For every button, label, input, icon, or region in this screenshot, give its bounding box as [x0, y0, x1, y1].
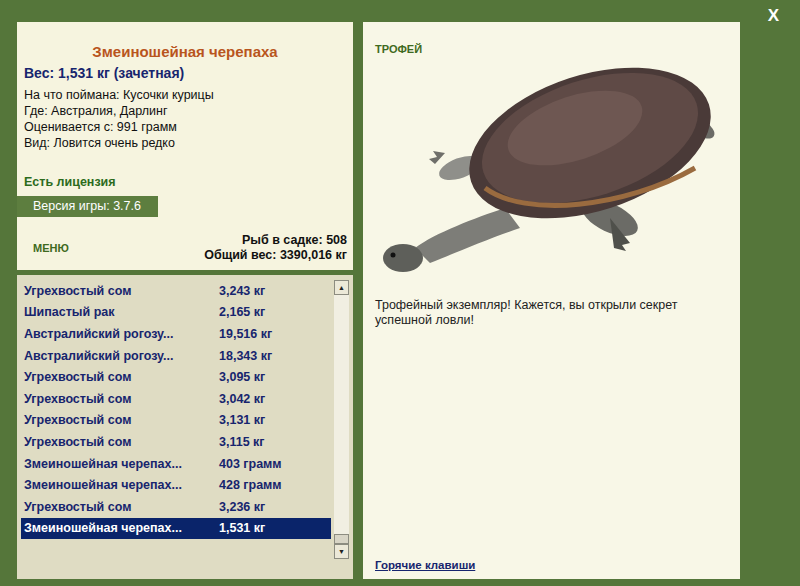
catch-list-panel: Угрехвостый сом3,243 кгШипастый рак2,165…: [17, 270, 353, 579]
detail-line: Где: Австралия, Дарлинг: [24, 103, 346, 119]
catch-row[interactable]: Угрехвостый сом3,115 кг: [21, 431, 331, 453]
close-button[interactable]: X: [768, 6, 779, 26]
catch-name: Угрехвостый сом: [24, 435, 219, 449]
catch-row[interactable]: Угрехвостый сом3,042 кг: [21, 388, 331, 410]
version-bar: Версия игры: 3.7.6: [17, 196, 158, 217]
catch-row[interactable]: Змеиношейная черепах...403 грамм: [21, 453, 331, 475]
turtle-image: [375, 58, 720, 280]
catch-name: Змеиношейная черепах...: [24, 457, 219, 471]
catch-name: Змеиношейная черепах...: [24, 521, 219, 535]
catch-list: Угрехвостый сом3,243 кгШипастый рак2,165…: [21, 280, 331, 579]
catch-row[interactable]: Угрехвостый сом3,236 кг: [21, 496, 331, 518]
trophy-window: Змеиношейная черепаха Вес: 1,531 кг (заче…: [17, 22, 800, 579]
catch-name: Австралийский рогозу...: [24, 327, 219, 341]
panel-spacer: [375, 328, 730, 559]
license-label: Есть лицензия: [17, 174, 353, 190]
catch-name: Угрехвостый сом: [24, 284, 219, 298]
catch-row[interactable]: Угрехвостый сом3,243 кг: [21, 280, 331, 302]
catch-row[interactable]: Австралийский рогозу...18,343 кг: [21, 345, 331, 367]
catch-weight: 3,115 кг: [219, 435, 265, 449]
catch-name: Шипастый рак: [24, 305, 219, 319]
scroll-down-button[interactable]: ▼: [334, 544, 349, 559]
catch-row[interactable]: Змеиношейная черепах...1,531 кг: [21, 518, 331, 540]
catch-weight: 3,095 кг: [219, 370, 265, 384]
catch-name: Угрехвостый сом: [24, 392, 219, 406]
menu-row: МЕНЮ Рыб в садке: 508Общий вес: 3390,016 …: [17, 217, 353, 263]
scrollbar: ▲▼: [334, 280, 349, 559]
catch-row[interactable]: Угрехвостый сом3,131 кг: [21, 410, 331, 432]
detail-line: На что поймана: Кусочки курицы: [24, 87, 346, 103]
hotkeys-link[interactable]: Горячие клавиши: [375, 559, 730, 571]
catch-weight: 403 грамм: [219, 457, 282, 471]
keepnet-summary: Рыб в садке: 508Общий вес: 3390,016 кг: [204, 233, 347, 263]
keepnet-total: Общий вес: 3390,016 кг: [204, 248, 347, 263]
menu-button[interactable]: МЕНЮ: [33, 241, 69, 263]
trophy-badge: ТРОФЕЙ: [375, 42, 730, 56]
catch-weight: 3,243 кг: [219, 284, 265, 298]
keepnet-count: Рыб в садке: 508: [204, 233, 347, 248]
fish-weight: Вес: 1,531 кг (зачетная): [24, 64, 346, 82]
catch-name: Угрехвостый сом: [24, 413, 219, 427]
catch-row[interactable]: Австралийский рогозу...19,516 кг: [21, 323, 331, 345]
catch-row[interactable]: Угрехвостый сом3,095 кг: [21, 366, 331, 388]
catch-name: Угрехвостый сом: [24, 500, 219, 514]
catch-row[interactable]: Шипастый рак2,165 кг: [21, 302, 331, 324]
catch-weight: 3,042 кг: [219, 392, 265, 406]
scroll-thumb[interactable]: [334, 534, 349, 544]
trophy-panel: ТРОФЕЙ Трофейный экземпляр! Кажется, вы о…: [363, 22, 740, 579]
close-column: X: [750, 22, 800, 579]
scroll-up-button[interactable]: ▲: [334, 280, 349, 295]
catch-weight: 19,516 кг: [219, 327, 272, 341]
detail-line: Вид: Ловится очень редко: [24, 135, 346, 151]
catch-weight: 18,343 кг: [219, 349, 272, 363]
catch-row[interactable]: Змеиношейная черепах...428 грамм: [21, 474, 331, 496]
detail-line: Оценивается с: 991 грамм: [24, 119, 346, 135]
catch-name: Австралийский рогозу...: [24, 349, 219, 363]
catch-weight: 3,131 кг: [219, 413, 265, 427]
trophy-message: Трофейный экземпляр! Кажется, вы открыли…: [375, 298, 730, 328]
details-lines: На что поймана: Кусочки курицыГде: Австр…: [24, 87, 346, 151]
info-panel: Змеиношейная черепаха Вес: 1,531 кг (заче…: [17, 22, 353, 579]
catch-weight: 2,165 кг: [219, 305, 265, 319]
catch-weight: 1,531 кг: [219, 521, 265, 535]
catch-name: Змеиношейная черепах...: [24, 478, 219, 492]
scroll-track[interactable]: [334, 295, 349, 544]
fish-title: Змеиношейная черепаха: [24, 42, 346, 62]
fish-details: Змеиношейная черепаха Вес: 1,531 кг (заче…: [17, 22, 353, 151]
catch-weight: 3,236 кг: [219, 500, 265, 514]
catch-weight: 428 грамм: [219, 478, 282, 492]
catch-name: Угрехвостый сом: [24, 370, 219, 384]
